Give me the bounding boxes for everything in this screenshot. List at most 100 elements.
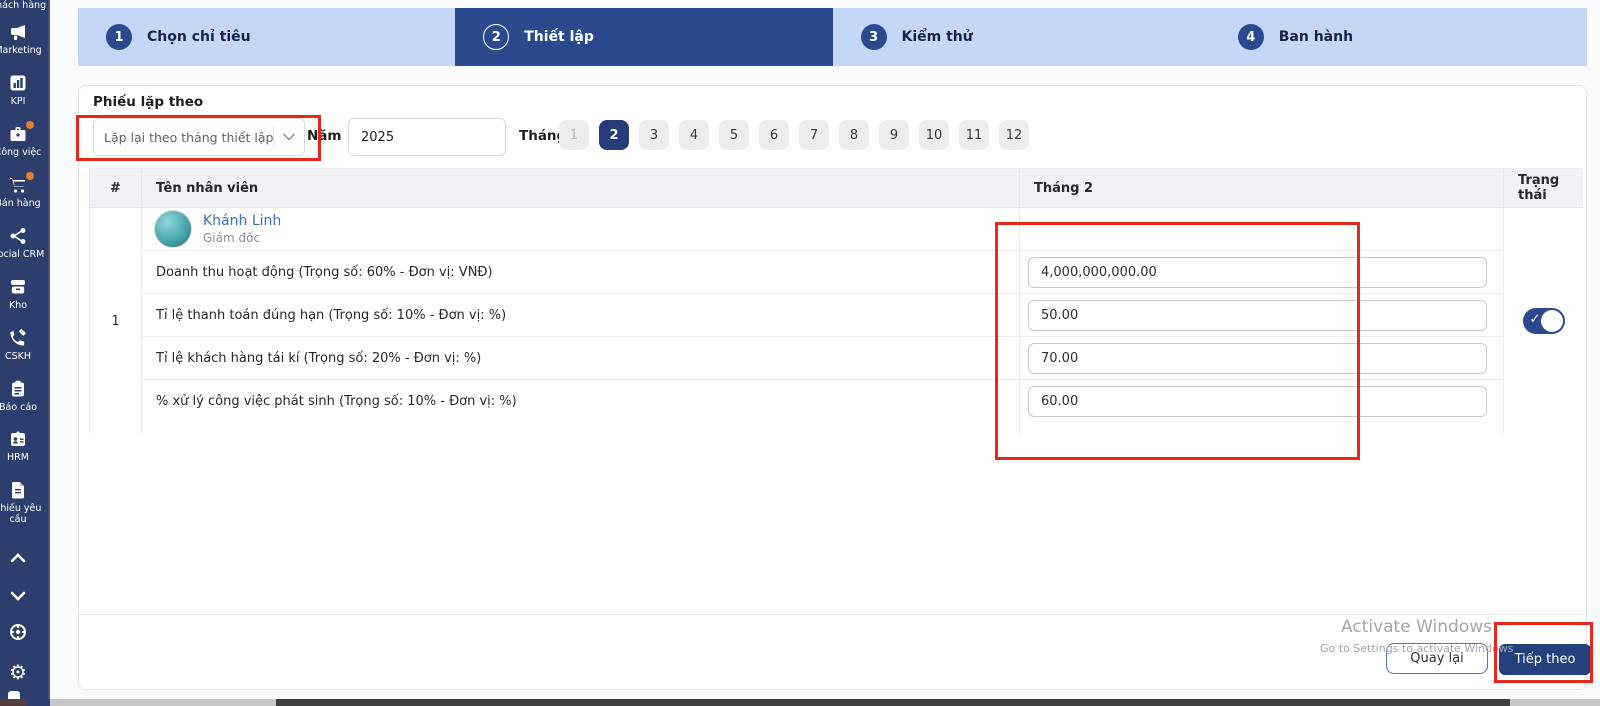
sidebar-item-ban-hang[interactable]: Bán hàng [0,175,50,209]
month-button-7[interactable]: 7 [799,120,829,150]
kpi-value-input-1[interactable] [1028,257,1487,288]
status-cell: ✓ [1504,208,1583,434]
month-button-5[interactable]: 5 [719,120,749,150]
step-label: Kiểm thử [902,29,973,45]
sidebar-settings[interactable]: ⚙ [0,660,50,684]
chevron-down-icon [274,133,304,141]
check-icon: ✓ [1530,312,1541,327]
status-toggle[interactable]: ✓ [1523,308,1565,334]
empty-value-cell [1020,208,1504,251]
step-chon-chi-tieu[interactable]: 1 Chọn chỉ tiêu [78,8,455,66]
month-button-12[interactable]: 12 [999,120,1029,150]
step-number: 1 [106,24,132,50]
employee-name-link[interactable]: Khánh Linh [203,213,281,229]
repeat-type-value: Lặp lại theo tháng thiết lập [94,130,273,145]
cart-icon [7,175,29,195]
sidebar-item-phieu-yeu-cau[interactable]: Phiếu yêu cầu [0,480,50,525]
month-button-10[interactable]: 10 [919,120,949,150]
kpi-label: Tỉ lệ khách hàng tái kí (Trọng số: 20% -… [142,337,1020,380]
kpi-value-input-3[interactable] [1028,343,1487,374]
avatar[interactable] [154,210,192,248]
step-label: Chọn chỉ tiêu [147,29,251,45]
sidebar-item-label: Phiếu yêu cầu [0,503,50,525]
sidebar-item-label: Bán hàng [0,198,41,209]
step-ban-hanh[interactable]: 4 Ban hành [1210,8,1587,66]
step-label: Ban hành [1279,29,1353,45]
year-label: Năm [307,128,341,144]
briefcase-icon [7,124,29,144]
activate-windows-watermark: Activate Windows [1341,617,1492,637]
sidebar-item-kho[interactable]: Kho [0,277,50,311]
sidebar-item-label: Kho [9,300,27,311]
repeat-type-dropdown[interactable]: Lặp lại theo tháng thiết lập [93,118,305,156]
request-doc-icon [7,480,29,500]
month-button-4[interactable]: 4 [679,120,709,150]
kpi-value-input-2[interactable] [1028,300,1487,331]
toggle-knob [1541,310,1563,332]
step-number: 4 [1238,24,1264,50]
sidebar-item-marketing[interactable]: Marketing [0,22,50,56]
gear-icon: ⚙ [7,660,29,684]
kpi-value-cell [1020,337,1504,380]
step-number: 3 [861,24,887,50]
month-button-8[interactable]: 8 [839,120,869,150]
sidebar-item-hrm[interactable]: HRM [0,429,50,463]
sidebar-scroll-up[interactable] [0,548,50,568]
step-label: Thiết lập [524,29,594,45]
sidebar-item-social-crm[interactable]: Social CRM [0,226,50,260]
sidebar-item-label: Công việc [0,147,41,158]
kpi-chart-icon [7,73,29,93]
footer-divider [79,614,1586,615]
notification-dot [26,121,34,129]
col-header-index: # [90,169,142,208]
col-header-status: Trạng thái [1504,169,1583,208]
col-header-employee: Tên nhân viên [142,169,1020,208]
sidebar-item-label: Social CRM [0,249,44,260]
row-index: 1 [90,208,142,434]
kpi-label: % xử lý công việc phát sinh (Trọng số: 1… [142,380,1020,423]
employee-role: Giám đốc [203,231,281,245]
kpi-table: # Tên nhân viên Tháng 2 Trạng thái 1 Khá… [89,168,1582,433]
month-button-9[interactable]: 9 [879,120,909,150]
setup-card: Phiếu lặp theo Lặp lại theo tháng thiết … [78,85,1587,690]
sidebar-item-bao-cao[interactable]: Báo cáo [0,379,50,413]
month-button-2[interactable]: 2 [599,120,629,150]
warehouse-icon [7,277,29,297]
chevron-down-icon [7,586,29,606]
scrollbar-thumb[interactable] [276,699,1510,706]
sidebar-item-label: KPI [11,96,26,107]
month-button-3[interactable]: 3 [639,120,669,150]
kpi-label: Tỉ lệ thanh toán đúng hạn (Trọng số: 10%… [142,294,1020,337]
sidebar-item-cskh[interactable]: CSKH [0,328,50,362]
sidebar-scroll-down[interactable] [0,586,50,606]
kpi-value-cell [1020,294,1504,337]
kpi-value-cell [1020,380,1504,423]
step-number: 2 [483,24,509,50]
sidebar-item-label: Báo cáo [0,402,37,413]
col-header-month: Tháng 2 [1020,169,1504,208]
filler-cell [142,423,1020,434]
month-button-1[interactable]: 1 [559,120,589,150]
sidebar-item-label: HRM [7,452,29,463]
step-kiem-thu[interactable]: 3 Kiểm thử [833,8,1210,66]
support-wheel-icon [7,622,29,642]
kpi-value-cell [1020,251,1504,294]
wizard-stepper: 1 Chọn chỉ tiêu 2 Thiết lập 3 Kiểm thử 4… [78,8,1587,66]
month-button-11[interactable]: 11 [959,120,989,150]
megaphone-icon [7,22,29,42]
sidebar-item-kpi[interactable]: KPI [0,73,50,107]
scrollbar-corner [0,699,26,706]
sidebar-item-label: Khách hàng [0,0,46,11]
phone-icon [7,328,29,348]
chevron-up-icon [7,548,29,568]
month-selector: 1 2 3 4 5 6 7 8 9 10 11 12 [559,120,1029,150]
step-thiet-lap[interactable]: 2 Thiết lập [455,8,832,66]
year-input[interactable] [348,118,506,156]
share-icon [7,226,29,246]
sidebar-item-cong-viec[interactable]: Công việc [0,124,50,158]
sidebar-item-khach-hang[interactable]: Khách hàng [0,0,50,11]
month-button-6[interactable]: 6 [759,120,789,150]
kpi-value-input-4[interactable] [1028,386,1487,417]
sidebar-support[interactable] [0,622,50,642]
activate-windows-watermark-sub: Go to Settings to activate Windows [1320,642,1514,655]
